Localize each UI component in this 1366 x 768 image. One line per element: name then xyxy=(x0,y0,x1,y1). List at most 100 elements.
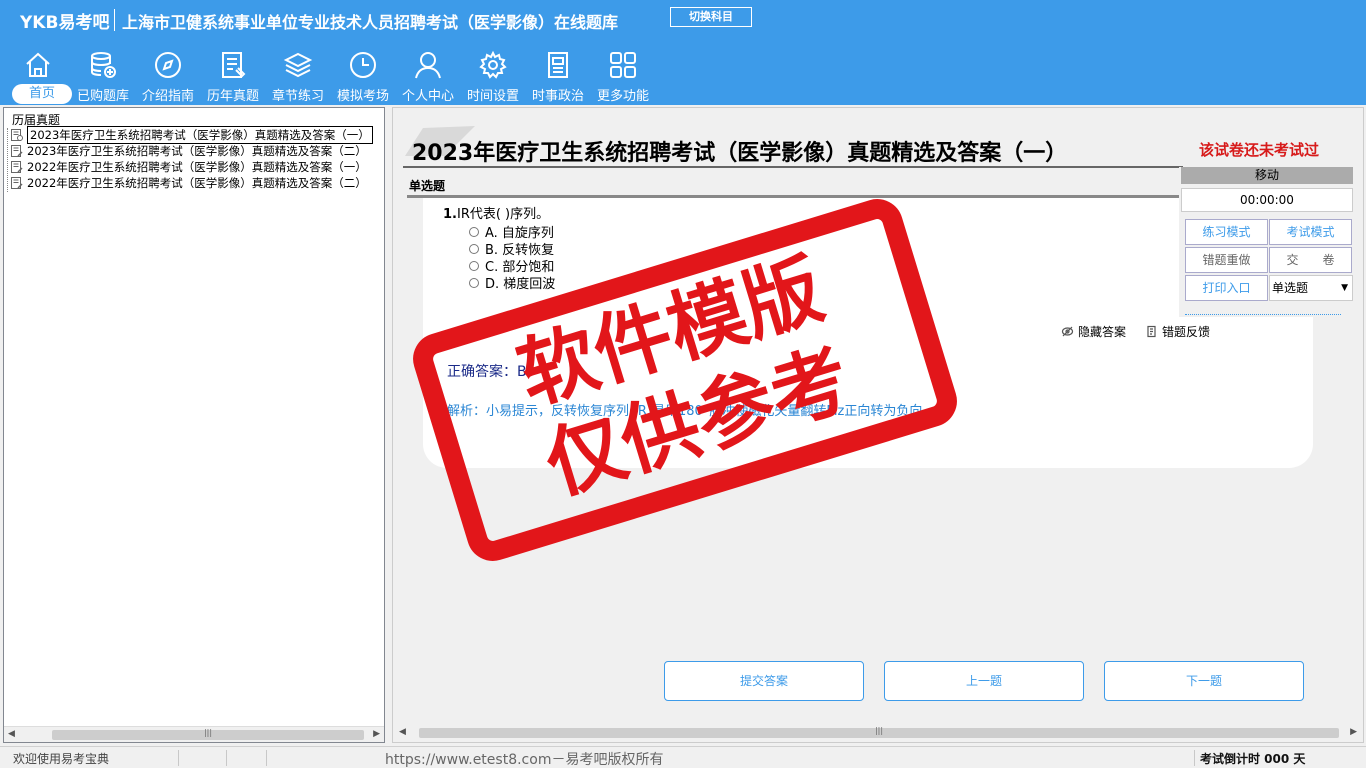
nav-purchased[interactable]: 已购题库 xyxy=(70,46,136,104)
feedback-label: 错题反馈 xyxy=(1162,325,1211,339)
nav-label: 更多功能 xyxy=(596,89,649,104)
nav-label: 个人中心 xyxy=(401,89,454,104)
nav-personal-center[interactable]: 个人中心 xyxy=(395,46,461,104)
option-d[interactable]: D. 梯度回波 xyxy=(469,273,555,292)
scroll-left-icon[interactable]: ◀ xyxy=(399,727,406,737)
tree-item-label: 2022年医疗卫生系统招聘考试（医学影像）真题精选及答案（一） xyxy=(27,160,367,174)
nav-label: 章节练习 xyxy=(271,89,324,104)
logo: YKB易考吧 xyxy=(20,13,110,33)
chevron-down-icon: ▼ xyxy=(1341,283,1348,293)
exam-paper-icon xyxy=(11,145,23,157)
paper-title: 2023年医疗卫生系统招聘考试（医学影像）真题精选及答案（一） xyxy=(412,141,1068,166)
app-title: 上海市卫健系统事业单位专业技术人员招聘考试（医学影像）在线题库 xyxy=(122,13,619,32)
tree-horizontal-scrollbar[interactable]: ◀ ||| ▶ xyxy=(4,726,384,742)
nav-label: 时事政治 xyxy=(531,89,584,104)
title-underline xyxy=(403,166,1183,168)
scroll-left-icon[interactable]: ◀ xyxy=(8,729,15,739)
nav-guide[interactable]: 介绍指南 xyxy=(135,46,201,104)
nav-more[interactable]: 更多功能 xyxy=(590,46,656,104)
move-handle[interactable]: 移动 xyxy=(1181,167,1353,184)
status-divider xyxy=(1194,750,1195,766)
user-icon xyxy=(415,52,441,79)
main-horizontal-scrollbar[interactable]: ◀ ||| ▶ xyxy=(393,724,1363,742)
grid-icon xyxy=(610,52,636,78)
nav-label: 时间设置 xyxy=(466,89,519,104)
document-list-icon xyxy=(222,52,246,78)
app-header: YKB易考吧 上海市卫健系统事业单位专业技术人员招聘考试（医学影像）在线题库 切… xyxy=(0,0,1366,105)
header-divider xyxy=(114,9,115,31)
status-divider xyxy=(178,750,179,766)
practice-mode-button[interactable]: 练习模式 xyxy=(1185,219,1268,245)
nav-past-exams[interactable]: 历年真题 xyxy=(200,46,266,104)
paper-tree-panel: 历届真题 2023年医疗卫生系统招聘考试（医学影像）真题精选及答案（一） 202… xyxy=(3,107,385,743)
clock-icon xyxy=(350,52,376,78)
hand-in-button[interactable]: 交 卷 xyxy=(1269,247,1352,273)
radio-button[interactable] xyxy=(469,243,479,254)
exam-mode-button[interactable]: 考试模式 xyxy=(1269,219,1352,245)
status-divider xyxy=(226,750,227,766)
previous-question-button[interactable]: 上一题 xyxy=(884,661,1084,701)
layers-icon xyxy=(283,52,313,78)
feedback-icon xyxy=(1147,325,1156,338)
question-stem: 1.IR代表( )序列。 xyxy=(443,203,549,222)
exam-paper-icon xyxy=(11,161,23,173)
hide-answer-label: 隐藏答案 xyxy=(1078,325,1127,339)
nav-label: 模拟考场 xyxy=(336,89,389,104)
radio-button[interactable] xyxy=(469,260,479,271)
print-button[interactable]: 打印入口 xyxy=(1185,275,1268,301)
exam-status-text: 该试卷还未考试过 xyxy=(1199,141,1320,159)
nav-label: 介绍指南 xyxy=(141,89,194,104)
tree-item-label: 2023年医疗卫生系统招聘考试（医学影像）真题精选及答案（二） xyxy=(27,144,367,158)
tree-item[interactable]: 2023年医疗卫生系统招聘考试（医学影像）真题精选及答案（二） xyxy=(10,143,367,159)
option-label: D. 梯度回波 xyxy=(485,277,556,292)
exam-paper-icon xyxy=(11,177,23,189)
home-icon xyxy=(26,52,50,77)
scrollbar-thumb[interactable]: ||| xyxy=(52,728,364,740)
question-type-select[interactable]: 单选题 ▼ xyxy=(1269,275,1353,301)
tree-item-label: 2022年医疗卫生系统招聘考试（医学影像）真题精选及答案（二） xyxy=(27,176,367,190)
nav-label: 历年真题 xyxy=(206,89,259,104)
nav-home[interactable]: 首页 xyxy=(5,46,72,104)
copyright-text: https://www.etest8.com－易考吧版权所有 xyxy=(385,752,664,768)
nav-mock-exam[interactable]: 模拟考场 xyxy=(330,46,396,104)
submit-answer-button[interactable]: 提交答案 xyxy=(664,661,864,701)
newspaper-icon xyxy=(548,52,568,78)
tree-item[interactable]: 2022年医疗卫生系统招聘考试（医学影像）真题精选及答案（二） xyxy=(10,175,367,191)
nav-chapter-practice[interactable]: 章节练习 xyxy=(265,46,331,104)
question-text: IR代表( )序列。 xyxy=(456,207,550,222)
status-divider xyxy=(266,750,267,766)
question-number: 1. xyxy=(443,207,457,222)
redo-wrong-button[interactable]: 错题重做 xyxy=(1185,247,1268,273)
tree-item[interactable]: 2022年医疗卫生系统招聘考试（医学影像）真题精选及答案（一） xyxy=(10,159,367,175)
tree-connector xyxy=(7,128,8,192)
scrollbar-thumb[interactable]: ||| xyxy=(419,726,1339,738)
scroll-right-icon[interactable]: ▶ xyxy=(373,729,380,739)
nav-current-affairs[interactable]: 时事政治 xyxy=(525,46,591,104)
tree-item-label: 2023年医疗卫生系统招聘考试（医学影像）真题精选及答案（一） xyxy=(27,126,373,144)
exam-countdown: 考试倒计时 000 天 xyxy=(1200,752,1306,766)
nav-time-settings[interactable]: 时间设置 xyxy=(460,46,526,104)
hide-answer-button[interactable]: 隐藏答案 xyxy=(1061,323,1126,340)
correct-answer: 正确答案：B xyxy=(447,364,527,380)
select-value: 单选题 xyxy=(1272,281,1309,295)
gear-icon xyxy=(479,50,507,79)
error-feedback-button[interactable]: 错题反馈 xyxy=(1145,323,1210,340)
scroll-right-icon[interactable]: ▶ xyxy=(1350,727,1357,737)
compass-icon xyxy=(155,52,181,78)
status-bar: 欢迎使用易考宝典 https://www.etest8.com－易考吧版权所有 … xyxy=(0,746,1366,768)
answer-analysis: 解析：小易提示，反转恢复序列(IR)是用180°脉冲使磁化矢量翻转Mz正向转为负… xyxy=(447,404,936,419)
nav-label: 首页 xyxy=(12,84,72,104)
nav-label: 已购题库 xyxy=(76,89,129,104)
question-type-label: 单选题 xyxy=(409,179,446,193)
tree-item[interactable]: 2023年医疗卫生系统招聘考试（医学影像）真题精选及答案（一） xyxy=(10,126,373,144)
eye-slash-icon xyxy=(1061,326,1074,337)
next-question-button[interactable]: 下一题 xyxy=(1104,661,1304,701)
radio-button[interactable] xyxy=(469,226,479,237)
database-icon xyxy=(91,52,116,78)
exam-paper-icon xyxy=(11,129,23,141)
radio-button[interactable] xyxy=(469,277,479,288)
exam-timer: 00:00:00 xyxy=(1181,188,1353,212)
welcome-text: 欢迎使用易考宝典 xyxy=(13,752,110,766)
box-bottom-border xyxy=(1185,311,1341,315)
switch-subject-button[interactable]: 切换科目 xyxy=(670,7,752,27)
